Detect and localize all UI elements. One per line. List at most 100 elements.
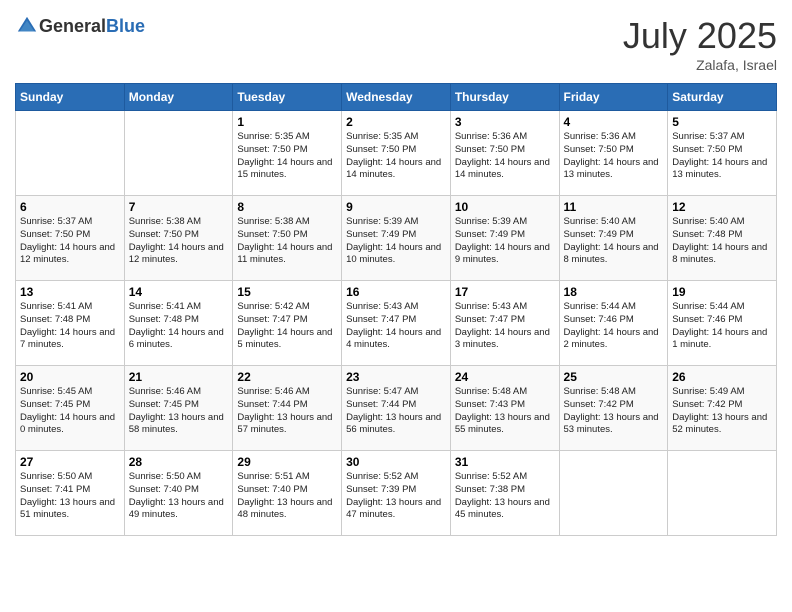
day-number: 23: [346, 370, 446, 384]
calendar-cell: 31 Sunrise: 5:52 AM Sunset: 7:38 PM Dayli…: [450, 451, 559, 536]
calendar-cell: 20 Sunrise: 5:45 AM Sunset: 7:45 PM Dayli…: [16, 366, 125, 451]
day-number: 22: [237, 370, 337, 384]
day-number: 9: [346, 200, 446, 214]
calendar-cell: 1 Sunrise: 5:35 AM Sunset: 7:50 PM Daylig…: [233, 111, 342, 196]
day-info: Sunrise: 5:35 AM Sunset: 7:50 PM Dayligh…: [346, 131, 446, 182]
day-info: Sunrise: 5:37 AM Sunset: 7:50 PM Dayligh…: [672, 131, 772, 182]
day-info: Sunrise: 5:48 AM Sunset: 7:42 PM Dayligh…: [564, 386, 664, 437]
title-block: July 2025 Zalafa, Israel: [623, 15, 777, 73]
calendar-cell: 21Sunrise: 5:46 AM Sunset: 7:45 PM Dayli…: [124, 366, 233, 451]
calendar-cell: 8 Sunrise: 5:38 AM Sunset: 7:50 PM Daylig…: [233, 196, 342, 281]
day-number: 18: [564, 285, 664, 299]
weekday-header: Sunday: [16, 84, 125, 111]
day-info: Sunrise: 5:44 AM Sunset: 7:46 PM Dayligh…: [672, 301, 772, 352]
calendar-cell: [16, 111, 125, 196]
logo: GeneralBlue: [15, 15, 145, 37]
day-info: Sunrise: 5:45 AM Sunset: 7:45 PM Dayligh…: [20, 386, 120, 437]
calendar-cell: 11Sunrise: 5:40 AM Sunset: 7:49 PM Dayli…: [559, 196, 668, 281]
calendar-cell: 7 Sunrise: 5:38 AM Sunset: 7:50 PM Daylig…: [124, 196, 233, 281]
day-info: Sunrise: 5:46 AM Sunset: 7:45 PM Dayligh…: [129, 386, 229, 437]
calendar-cell: 29 Sunrise: 5:51 AM Sunset: 7:40 PM Dayli…: [233, 451, 342, 536]
calendar-cell: 17Sunrise: 5:43 AM Sunset: 7:47 PM Dayli…: [450, 281, 559, 366]
day-info: Sunrise: 5:51 AM Sunset: 7:40 PM Dayligh…: [237, 471, 337, 522]
calendar-cell: 30 Sunrise: 5:52 AM Sunset: 7:39 PM Dayli…: [342, 451, 451, 536]
weekday-header: Wednesday: [342, 84, 451, 111]
day-number: 7: [129, 200, 229, 214]
day-info: Sunrise: 5:47 AM Sunset: 7:44 PM Dayligh…: [346, 386, 446, 437]
day-number: 26: [672, 370, 772, 384]
calendar-cell: 15 Sunrise: 5:42 AM Sunset: 7:47 PM Dayli…: [233, 281, 342, 366]
weekday-header: Tuesday: [233, 84, 342, 111]
day-info: Sunrise: 5:35 AM Sunset: 7:50 PM Dayligh…: [237, 131, 337, 182]
calendar-week-row: 27 Sunrise: 5:50 AM Sunset: 7:41 PM Dayli…: [16, 451, 777, 536]
calendar-cell: [668, 451, 777, 536]
day-number: 3: [455, 115, 555, 129]
day-info: Sunrise: 5:43 AM Sunset: 7:47 PM Dayligh…: [455, 301, 555, 352]
calendar-cell: 3 Sunrise: 5:36 AM Sunset: 7:50 PM Daylig…: [450, 111, 559, 196]
day-info: Sunrise: 5:50 AM Sunset: 7:40 PM Dayligh…: [129, 471, 229, 522]
day-number: 20: [20, 370, 120, 384]
day-number: 8: [237, 200, 337, 214]
day-info: Sunrise: 5:38 AM Sunset: 7:50 PM Dayligh…: [237, 216, 337, 267]
day-number: 10: [455, 200, 555, 214]
calendar-cell: 13 Sunrise: 5:41 AM Sunset: 7:48 PM Dayli…: [16, 281, 125, 366]
calendar-week-row: 1 Sunrise: 5:35 AM Sunset: 7:50 PM Daylig…: [16, 111, 777, 196]
day-number: 15: [237, 285, 337, 299]
calendar-cell: 10Sunrise: 5:39 AM Sunset: 7:49 PM Dayli…: [450, 196, 559, 281]
day-number: 24: [455, 370, 555, 384]
weekday-header: Monday: [124, 84, 233, 111]
calendar-cell: 16 Sunrise: 5:43 AM Sunset: 7:47 PM Dayli…: [342, 281, 451, 366]
calendar-cell: [559, 451, 668, 536]
calendar-week-row: 13 Sunrise: 5:41 AM Sunset: 7:48 PM Dayli…: [16, 281, 777, 366]
calendar-week-row: 6Sunrise: 5:37 AM Sunset: 7:50 PM Daylig…: [16, 196, 777, 281]
day-info: Sunrise: 5:39 AM Sunset: 7:49 PM Dayligh…: [346, 216, 446, 267]
day-number: 4: [564, 115, 664, 129]
day-info: Sunrise: 5:44 AM Sunset: 7:46 PM Dayligh…: [564, 301, 664, 352]
day-info: Sunrise: 5:48 AM Sunset: 7:43 PM Dayligh…: [455, 386, 555, 437]
day-info: Sunrise: 5:46 AM Sunset: 7:44 PM Dayligh…: [237, 386, 337, 437]
day-number: 2: [346, 115, 446, 129]
logo-icon: [16, 15, 38, 37]
page-header: GeneralBlue July 2025 Zalafa, Israel: [15, 15, 777, 73]
calendar-cell: 18 Sunrise: 5:44 AM Sunset: 7:46 PM Dayli…: [559, 281, 668, 366]
calendar-cell: 9 Sunrise: 5:39 AM Sunset: 7:49 PM Daylig…: [342, 196, 451, 281]
calendar-cell: 28 Sunrise: 5:50 AM Sunset: 7:40 PM Dayli…: [124, 451, 233, 536]
day-info: Sunrise: 5:36 AM Sunset: 7:50 PM Dayligh…: [455, 131, 555, 182]
day-number: 28: [129, 455, 229, 469]
calendar-week-row: 20 Sunrise: 5:45 AM Sunset: 7:45 PM Dayli…: [16, 366, 777, 451]
day-info: Sunrise: 5:52 AM Sunset: 7:38 PM Dayligh…: [455, 471, 555, 522]
day-info: Sunrise: 5:42 AM Sunset: 7:47 PM Dayligh…: [237, 301, 337, 352]
day-number: 19: [672, 285, 772, 299]
day-number: 30: [346, 455, 446, 469]
day-number: 6: [20, 200, 120, 214]
header-row: SundayMondayTuesdayWednesdayThursdayFrid…: [16, 84, 777, 111]
day-info: Sunrise: 5:50 AM Sunset: 7:41 PM Dayligh…: [20, 471, 120, 522]
day-info: Sunrise: 5:36 AM Sunset: 7:50 PM Dayligh…: [564, 131, 664, 182]
month-title: July 2025: [623, 15, 777, 57]
day-number: 14: [129, 285, 229, 299]
day-number: 16: [346, 285, 446, 299]
day-info: Sunrise: 5:49 AM Sunset: 7:42 PM Dayligh…: [672, 386, 772, 437]
calendar-cell: 5 Sunrise: 5:37 AM Sunset: 7:50 PM Daylig…: [668, 111, 777, 196]
day-info: Sunrise: 5:43 AM Sunset: 7:47 PM Dayligh…: [346, 301, 446, 352]
day-number: 27: [20, 455, 120, 469]
calendar-body: 1 Sunrise: 5:35 AM Sunset: 7:50 PM Daylig…: [16, 111, 777, 536]
calendar-table: SundayMondayTuesdayWednesdayThursdayFrid…: [15, 83, 777, 536]
calendar-cell: 2 Sunrise: 5:35 AM Sunset: 7:50 PM Daylig…: [342, 111, 451, 196]
day-info: Sunrise: 5:41 AM Sunset: 7:48 PM Dayligh…: [20, 301, 120, 352]
calendar-cell: 22 Sunrise: 5:46 AM Sunset: 7:44 PM Dayli…: [233, 366, 342, 451]
day-number: 1: [237, 115, 337, 129]
calendar-cell: 4 Sunrise: 5:36 AM Sunset: 7:50 PM Daylig…: [559, 111, 668, 196]
logo-general: GeneralBlue: [39, 16, 145, 37]
day-number: 31: [455, 455, 555, 469]
weekday-header: Friday: [559, 84, 668, 111]
day-number: 29: [237, 455, 337, 469]
calendar-cell: 6Sunrise: 5:37 AM Sunset: 7:50 PM Daylig…: [16, 196, 125, 281]
day-info: Sunrise: 5:38 AM Sunset: 7:50 PM Dayligh…: [129, 216, 229, 267]
calendar-cell: 23 Sunrise: 5:47 AM Sunset: 7:44 PM Dayli…: [342, 366, 451, 451]
day-info: Sunrise: 5:52 AM Sunset: 7:39 PM Dayligh…: [346, 471, 446, 522]
day-number: 5: [672, 115, 772, 129]
weekday-header: Thursday: [450, 84, 559, 111]
day-number: 13: [20, 285, 120, 299]
day-info: Sunrise: 5:40 AM Sunset: 7:48 PM Dayligh…: [672, 216, 772, 267]
